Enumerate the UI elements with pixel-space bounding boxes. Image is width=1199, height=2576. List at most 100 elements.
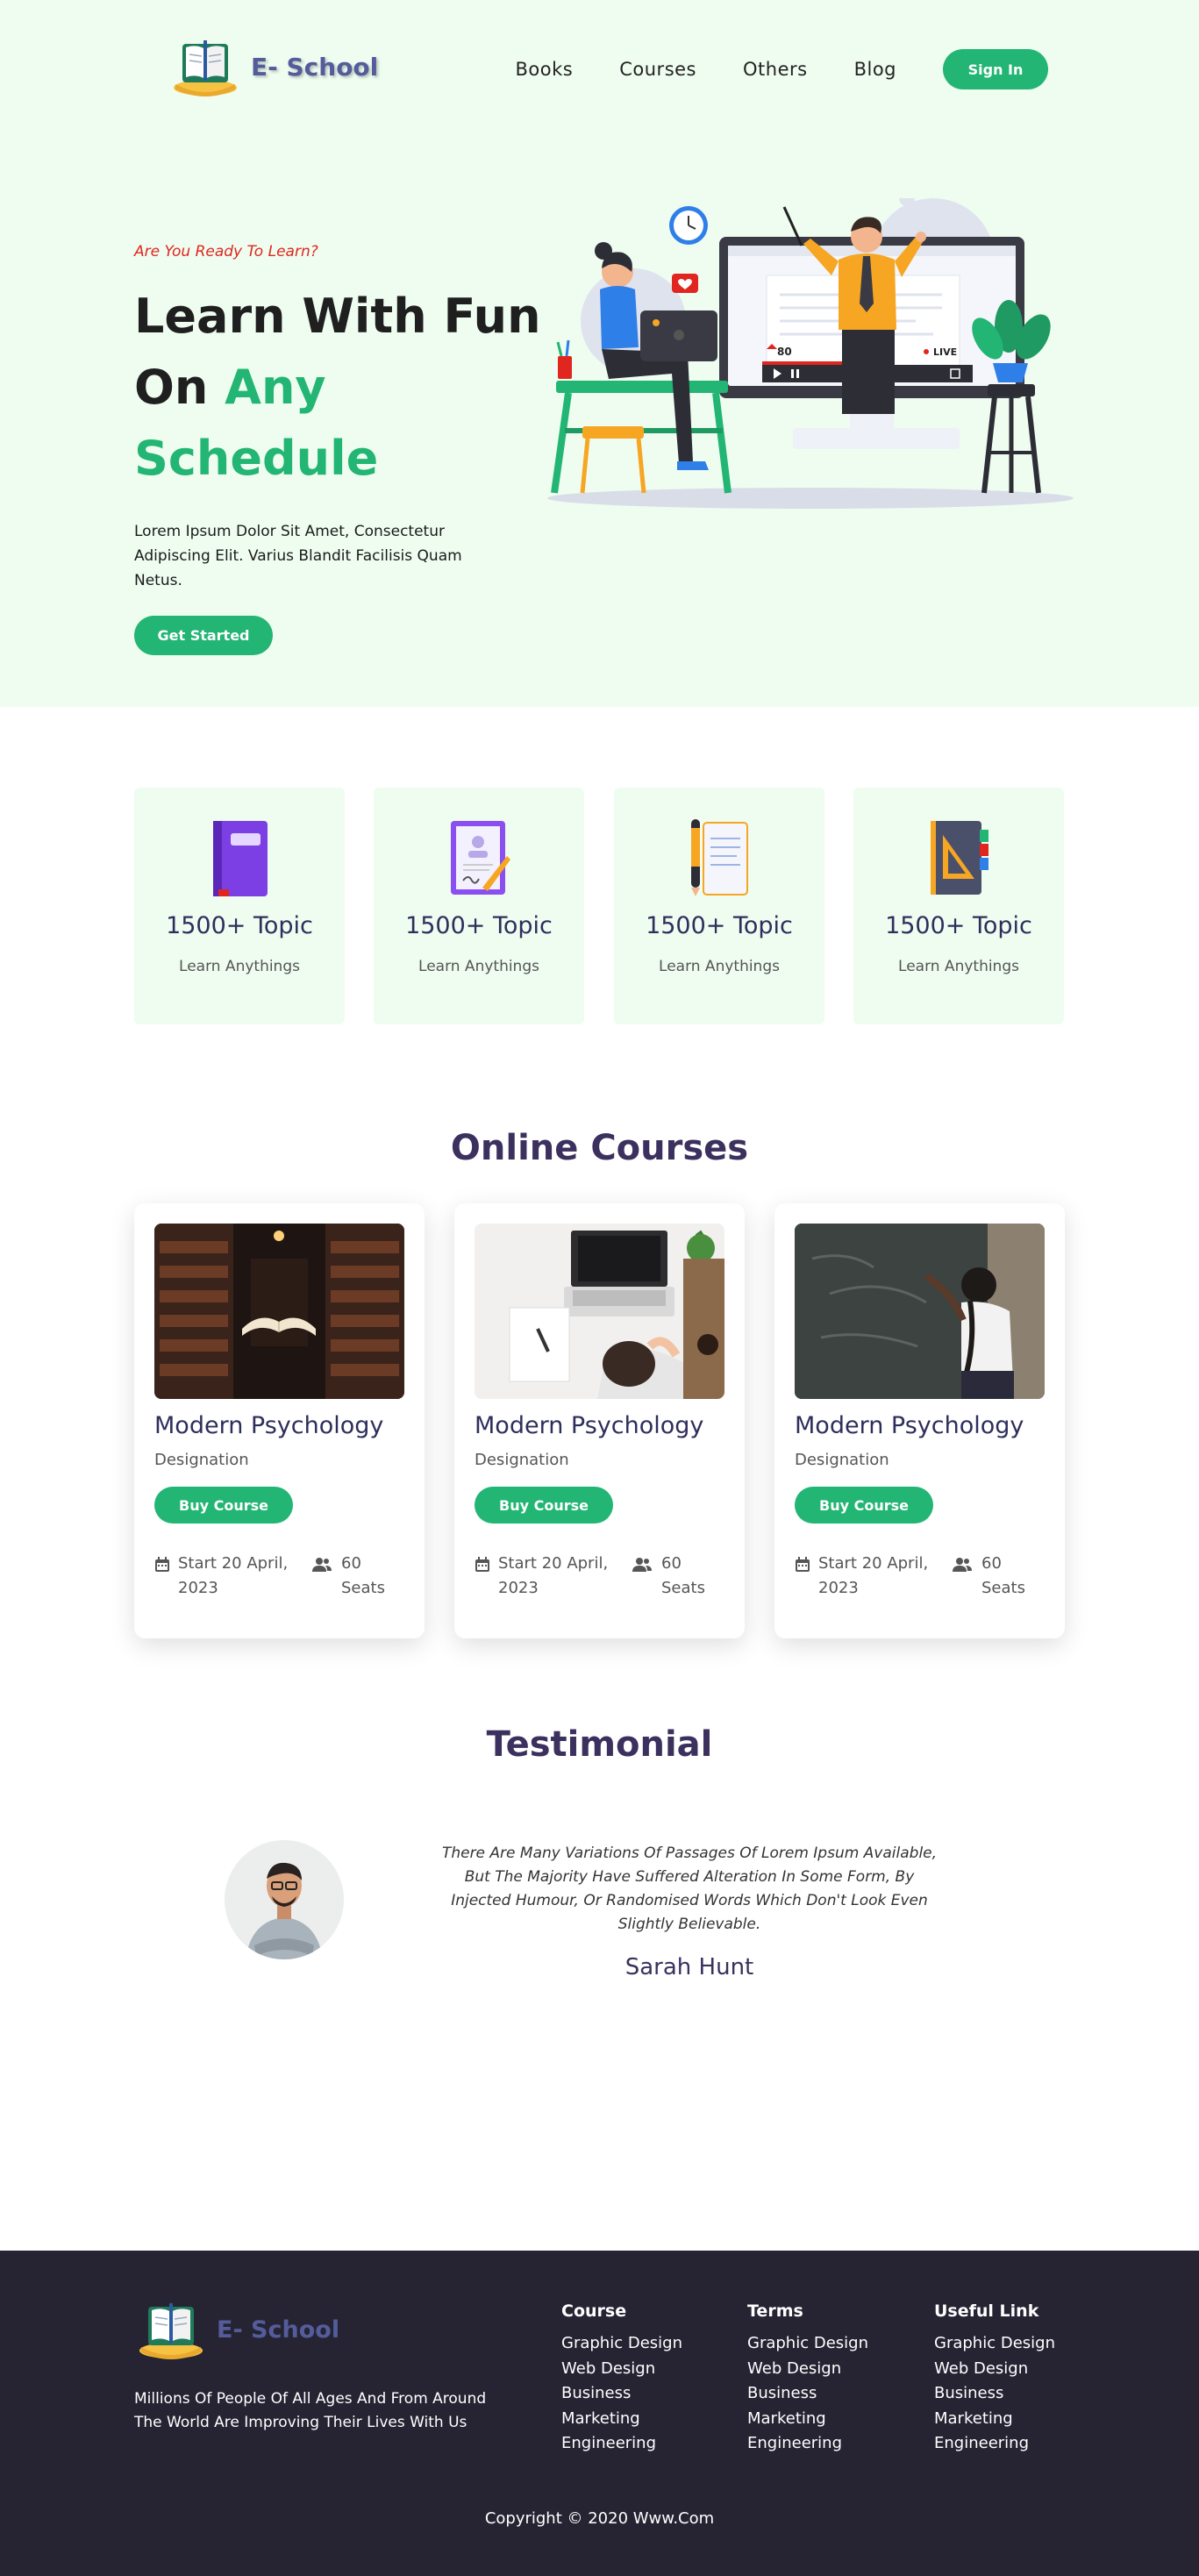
calendar-icon <box>475 1557 489 1572</box>
topic-subtitle: Learn Anythings <box>659 958 780 975</box>
avatar <box>225 1840 344 1959</box>
footer-column-useful-link: Useful Link Graphic Design Web Design Bu… <box>934 2301 1110 2457</box>
course-card[interactable]: Modern Psychology Designation Buy Course… <box>134 1203 425 1638</box>
live-label: LIVE <box>933 346 957 358</box>
headline-line-2: On Any <box>134 352 541 423</box>
headline-line-2-text: On <box>134 360 225 415</box>
course-card[interactable]: Modern Psychology Designation Buy Course… <box>774 1203 1065 1638</box>
seats-label: Seats <box>981 1579 1025 1597</box>
footer-link[interactable]: Engineering <box>561 2431 737 2457</box>
seats-count: 60 <box>981 1554 1002 1573</box>
footer-link[interactable]: Engineering <box>747 2431 923 2457</box>
main-nav: Books Courses Others Blog Sign In <box>516 49 1048 89</box>
footer-logo-text: E- School <box>217 2316 340 2344</box>
footer-link[interactable]: Business <box>934 2381 1110 2407</box>
footer-link[interactable]: Graphic Design <box>934 2331 1110 2357</box>
seats-count: 60 <box>341 1554 361 1573</box>
course-designation: Designation <box>475 1451 569 1469</box>
viewer-count: 80 <box>777 346 792 358</box>
start-date-line1: Start 20 April, <box>818 1554 929 1573</box>
topic-subtitle: Learn Anythings <box>898 958 1019 975</box>
start-date-line1: Start 20 April, <box>178 1554 289 1573</box>
topic-title: 1500+ Topic <box>405 912 553 939</box>
hero-description: Lorem Ipsum Dolor Sit Amet, Consectetur … <box>134 523 462 589</box>
footer-column-terms: Terms Graphic Design Web Design Business… <box>747 2301 923 2457</box>
course-start-date: Start 20 April, 2023 <box>178 1552 288 1601</box>
calendar-icon <box>155 1557 169 1572</box>
nav-link-others[interactable]: Others <box>743 59 808 80</box>
footer-link[interactable]: Marketing <box>934 2407 1110 2432</box>
testimonial-title: Testimonial <box>486 1724 713 1765</box>
course-start-date: Start 20 April, 2023 <box>818 1552 928 1601</box>
site-footer: E- School Millions Of People Of All Ages… <box>0 2251 1199 2576</box>
start-date-line2: 2023 <box>818 1579 859 1597</box>
nav-link-blog[interactable]: Blog <box>854 59 896 80</box>
course-title: Modern Psychology <box>154 1412 384 1439</box>
course-start-date: Start 20 April, 2023 <box>498 1552 608 1601</box>
buy-course-button[interactable]: Buy Course <box>154 1487 293 1523</box>
footer-description: Millions Of People Of All Ages And From … <box>134 2390 487 2431</box>
seats-label: Seats <box>661 1579 705 1597</box>
buy-course-button[interactable]: Buy Course <box>475 1487 613 1523</box>
footer-link[interactable]: Business <box>561 2381 737 2407</box>
users-icon <box>312 1558 332 1572</box>
hero-section: E- School Books Courses Others Blog Sign… <box>0 0 1199 707</box>
site-logo[interactable]: E- School <box>168 35 378 98</box>
course-title: Modern Psychology <box>475 1412 704 1439</box>
footer-column-title: Course <box>561 2301 627 2321</box>
topic-card[interactable]: 1500+ Topic Learn Anythings <box>853 788 1064 1024</box>
start-date-line2: 2023 <box>498 1579 539 1597</box>
footer-link[interactable]: Marketing <box>747 2407 923 2432</box>
topic-card[interactable]: 1500+ Topic Learn Anythings <box>374 788 584 1024</box>
clipboard-pen-icon <box>688 817 751 898</box>
geometry-notebook-icon <box>927 817 990 898</box>
course-seats: 60 Seats <box>661 1552 705 1601</box>
footer-link[interactable]: Web Design <box>561 2357 737 2382</box>
laptop-desk-photo <box>475 1224 724 1399</box>
online-class-illustration: 80 LIVE <box>530 190 1074 532</box>
clock-icon <box>669 206 708 245</box>
sign-in-button[interactable]: Sign In <box>943 49 1048 89</box>
footer-link[interactable]: Marketing <box>561 2407 737 2432</box>
course-seats: 60 Seats <box>341 1552 385 1601</box>
get-started-button[interactable]: Get Started <box>134 616 273 655</box>
footer-column-title: Useful Link <box>934 2301 1039 2321</box>
topic-subtitle: Learn Anythings <box>179 958 300 975</box>
topic-card[interactable]: 1500+ Topic Learn Anythings <box>614 788 824 1024</box>
buy-course-button[interactable]: Buy Course <box>795 1487 933 1523</box>
topics-section: 1500+ Topic Learn Anythings 1500+ Topic … <box>0 707 1199 1128</box>
footer-link[interactable]: Graphic Design <box>747 2331 923 2357</box>
footer-column-title: Terms <box>747 2301 803 2321</box>
nav-link-courses[interactable]: Courses <box>619 59 696 80</box>
site-logo-text: E- School <box>251 52 379 82</box>
copyright-text: Copyright © 2020 Www.Com <box>484 2509 715 2528</box>
footer-column-course: Course Graphic Design Web Design Busines… <box>561 2301 737 2457</box>
chalkboard-student-photo <box>795 1224 1045 1399</box>
book-logo-icon <box>168 35 242 98</box>
nav-link-books[interactable]: Books <box>516 59 574 80</box>
start-date-line2: 2023 <box>178 1579 218 1597</box>
footer-logo[interactable]: E- School <box>134 2298 339 2361</box>
topic-card[interactable]: 1500+ Topic Learn Anythings <box>134 788 345 1024</box>
users-icon <box>632 1558 652 1572</box>
seats-count: 60 <box>661 1554 682 1573</box>
calendar-icon <box>796 1557 810 1572</box>
course-designation: Designation <box>154 1451 249 1469</box>
footer-link[interactable]: Web Design <box>934 2357 1110 2382</box>
hero-headline: Learn With Fun On Any Schedule <box>134 281 541 494</box>
users-icon <box>953 1558 972 1572</box>
footer-link[interactable]: Business <box>747 2381 923 2407</box>
footer-link[interactable]: Graphic Design <box>561 2331 737 2357</box>
purple-book-icon <box>208 817 271 898</box>
course-designation: Designation <box>795 1451 889 1469</box>
online-courses-title: Online Courses <box>450 1128 749 1168</box>
seats-label: Seats <box>341 1579 385 1597</box>
certificate-pen-icon <box>447 817 510 898</box>
course-seats: 60 Seats <box>981 1552 1025 1601</box>
footer-link[interactable]: Web Design <box>747 2357 923 2382</box>
topic-title: 1500+ Topic <box>646 912 793 939</box>
course-card[interactable]: Modern Psychology Designation Buy Course… <box>454 1203 745 1638</box>
online-courses-section: Online Courses Modern Psychology Designa… <box>0 1128 1199 1724</box>
footer-link[interactable]: Engineering <box>934 2431 1110 2457</box>
topic-title: 1500+ Topic <box>885 912 1032 939</box>
